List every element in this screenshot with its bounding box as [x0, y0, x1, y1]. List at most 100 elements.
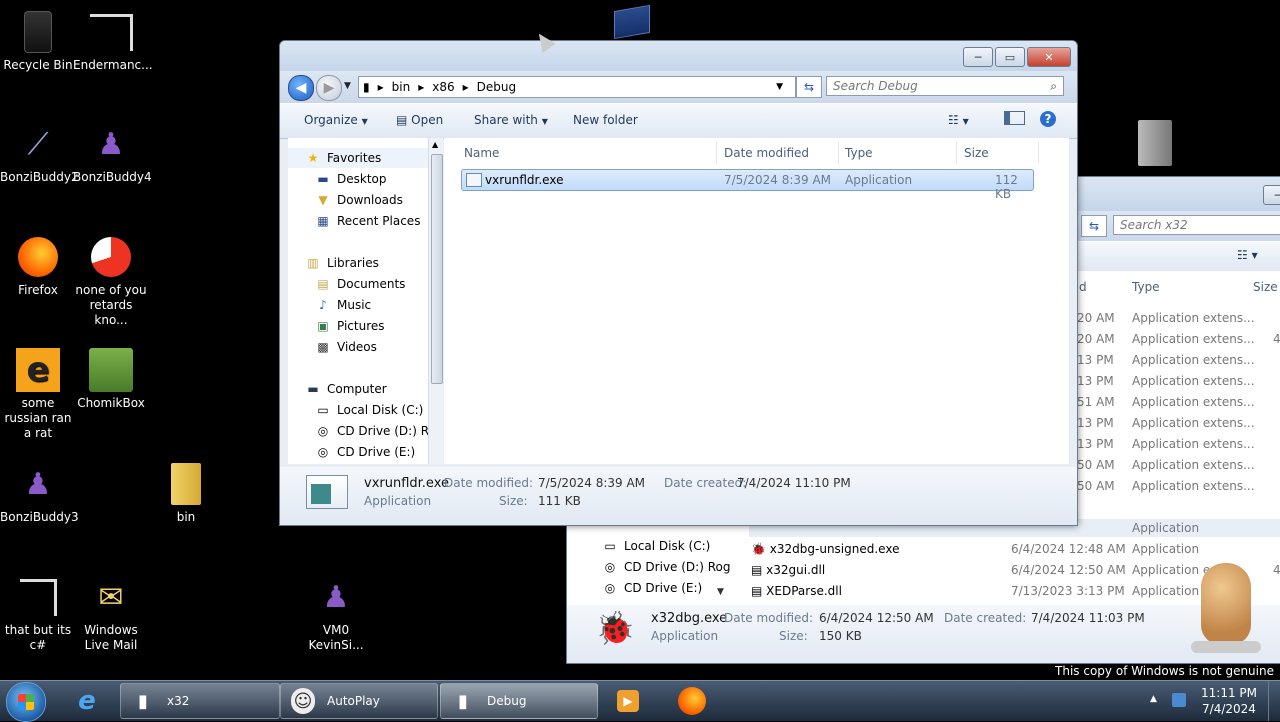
view-options-button[interactable]: ☷ ▾: [1237, 248, 1258, 262]
desktop-icon-windows-live-mail[interactable]: ✉ Windows Live Mail: [73, 575, 149, 653]
column-header-date-modified[interactable]: Date modified: [724, 146, 809, 160]
column-header-type[interactable]: Type: [845, 146, 873, 160]
open-button[interactable]: ▤ Open: [396, 113, 443, 127]
nav-item-desktop[interactable]: ▬ Desktop: [316, 172, 386, 186]
table-row[interactable]: 20 AM: [1077, 311, 1115, 325]
start-button[interactable]: [6, 682, 46, 722]
desktop-icon-endermanc[interactable]: Endermanc...: [73, 10, 153, 73]
hamster-mascot[interactable]: [1183, 553, 1271, 653]
organize-button[interactable]: Organize ▼: [304, 113, 368, 127]
preview-pane-button[interactable]: [1004, 111, 1025, 128]
taskbar-button-debug[interactable]: ▮ Debug: [440, 683, 598, 719]
search-input[interactable]: Search Debug ⌕: [826, 76, 1064, 96]
breadcrumb-debug[interactable]: Debug: [477, 80, 516, 94]
clock[interactable]: 11:11 PM 7/4/2024: [1196, 685, 1262, 717]
nav-item-music[interactable]: ♪ Music: [316, 298, 371, 312]
refresh-button[interactable]: ⇆: [1081, 215, 1107, 237]
recent-pages-dropdown[interactable]: ▼: [344, 81, 351, 91]
desktop-icon-recycle-bin[interactable]: Recycle Bin: [0, 10, 76, 73]
scroll-up-icon[interactable]: ▲: [432, 140, 438, 149]
maximize-button[interactable]: ▭: [995, 47, 1025, 67]
show-hidden-icons-button[interactable]: ▲: [1150, 694, 1157, 704]
nav-item-documents[interactable]: ▤ Documents: [316, 277, 405, 291]
table-row[interactable]: Application extens...: [1132, 479, 1255, 493]
new-folder-button[interactable]: New folder: [573, 113, 638, 127]
table-row[interactable]: Application extens...: [1132, 332, 1255, 346]
column-header-name[interactable]: Name: [464, 146, 499, 160]
table-row[interactable]: 13 PM: [1077, 416, 1114, 430]
column-header-date-partial[interactable]: d: [1079, 280, 1087, 294]
table-row-selected[interactable]: vxrunfldr.exe 7/5/2024 8:39 AM Applicati…: [461, 169, 1034, 201]
desktop-icon-firefox[interactable]: Firefox: [0, 235, 76, 298]
breadcrumb-x86[interactable]: x86: [432, 80, 454, 94]
nav-item-cd-drive-e[interactable]: ◎ CD Drive (E:): [316, 445, 415, 459]
taskbar-button-x32[interactable]: ▮ x32: [120, 683, 280, 719]
desktop-icon-that-but-its-csharp[interactable]: that but its c#: [0, 575, 76, 653]
share-with-button[interactable]: Share with ▼: [474, 113, 548, 127]
close-button[interactable]: ✕: [1027, 47, 1071, 67]
desktop-icon-none-of-you[interactable]: none of you retards kno...: [73, 235, 149, 328]
table-row[interactable]: 50 AM: [1077, 458, 1115, 472]
table-row[interactable]: Application extens...: [1132, 311, 1255, 325]
table-row[interactable]: 13 PM: [1077, 374, 1114, 388]
network-icon[interactable]: [1172, 693, 1186, 707]
refresh-button[interactable]: ⇆: [796, 76, 822, 98]
column-header-size[interactable]: Size: [964, 146, 989, 160]
desktop-icon-bonzibuddy3[interactable]: ♟ BonziBuddy3: [0, 462, 79, 525]
internet-explorer-button[interactable]: e: [66, 685, 108, 717]
table-row[interactable]: 13 PM: [1077, 437, 1114, 451]
navigation-scrollbar[interactable]: ▲: [428, 138, 443, 464]
title-bar[interactable]: ─ ▭ ✕: [280, 41, 1077, 71]
table-row[interactable]: Application extens...: [1132, 437, 1255, 451]
table-row[interactable]: Application extens...: [1132, 416, 1255, 430]
nav-item-local-disk[interactable]: ▭ Local Disk (C:): [316, 403, 423, 417]
column-header-size[interactable]: Size: [1253, 280, 1278, 294]
change-view-button[interactable]: ☷ ▼: [948, 113, 969, 127]
media-player-button[interactable]: ▶: [612, 685, 644, 717]
desktop-icon-bonzibuddy2[interactable]: ⟋ BonziBuddy2: [0, 122, 79, 185]
table-row[interactable]: 13 PM: [1077, 353, 1114, 367]
nav-scroll-down-icon[interactable]: ▼: [717, 587, 724, 597]
search-input[interactable]: Search x32: [1113, 215, 1280, 235]
address-dropdown-icon[interactable]: ▼: [776, 82, 783, 92]
breadcrumb-bin[interactable]: bin: [392, 80, 411, 94]
desktop-icon-bonzibuddy4[interactable]: ♟ BonziBuddy4: [73, 122, 152, 185]
help-button[interactable]: ?: [1040, 111, 1056, 127]
desktop-icon-chomikbox[interactable]: ChomikBox: [73, 348, 149, 411]
nav-item-cd-drive-d[interactable]: ◎CD Drive (D:) Rog: [603, 560, 731, 574]
forward-button[interactable]: ▶: [316, 75, 342, 101]
table-row[interactable]: 50 AM: [1077, 479, 1115, 493]
table-row[interactable]: 20 AM: [1077, 332, 1115, 346]
nav-item-videos[interactable]: ▩ Videos: [316, 340, 377, 354]
scrollbar-thumb[interactable]: [431, 154, 443, 384]
address-bar[interactable]: ▮ ▸ bin ▸ x86 ▸ Debug ▼: [358, 76, 796, 98]
desktop-icon-vm0[interactable]: ♟ VM0 KevinSi...: [298, 575, 374, 653]
table-row[interactable]: 51 AM: [1077, 395, 1115, 409]
nav-item-libraries[interactable]: ▥ Libraries: [306, 256, 379, 270]
table-row[interactable]: Application extens...: [1132, 353, 1255, 367]
nav-item-favorites[interactable]: ★ Favorites: [306, 151, 382, 165]
table-row[interactable]: Application extens...: [1132, 374, 1255, 388]
column-header-type[interactable]: Type: [1132, 280, 1160, 294]
back-button[interactable]: ◀: [288, 75, 314, 101]
nav-item-recent-places[interactable]: ▦ Recent Places: [316, 214, 420, 228]
nav-item-downloads[interactable]: ▼ Downloads: [316, 193, 403, 207]
minimize-button[interactable]: ─: [1263, 185, 1280, 205]
table-row[interactable]: ▤ x32gui.dll: [751, 563, 825, 577]
firefox-taskbar-button[interactable]: [674, 684, 710, 718]
taskbar-button-autoplay[interactable]: ☺ AutoPlay: [280, 683, 438, 719]
nav-item-local-disk[interactable]: ▭ Local Disk (C:): [603, 539, 710, 553]
table-row[interactable]: Application extens...: [1132, 395, 1255, 409]
desktop-top-icon[interactable]: [614, 4, 654, 40]
show-desktop-button[interactable]: [1268, 681, 1280, 721]
desktop-icon-bin[interactable]: bin: [148, 462, 224, 525]
desktop-icon-some-russian[interactable]: e some russian ran a rat: [0, 348, 76, 441]
nav-item-cd-drive-e[interactable]: ◎ CD Drive (E:): [603, 581, 702, 595]
nav-item-cd-drive-d[interactable]: ◎CD Drive (D:) Rog: [316, 424, 428, 438]
nav-item-computer[interactable]: ▬ Computer: [306, 382, 386, 396]
explorer-window-debug[interactable]: ─ ▭ ✕ ◀ ▶ ▼ ▮ ▸ bin ▸ x86 ▸ Debug ▼ ⇆ Se…: [279, 40, 1078, 526]
desktop-folder-icon-right[interactable]: [1138, 120, 1178, 168]
table-row[interactable]: 🐞 x32dbg-unsigned.exe: [751, 542, 899, 556]
minimize-button[interactable]: ─: [963, 47, 993, 67]
table-row[interactable]: Application extens...: [1132, 458, 1255, 472]
